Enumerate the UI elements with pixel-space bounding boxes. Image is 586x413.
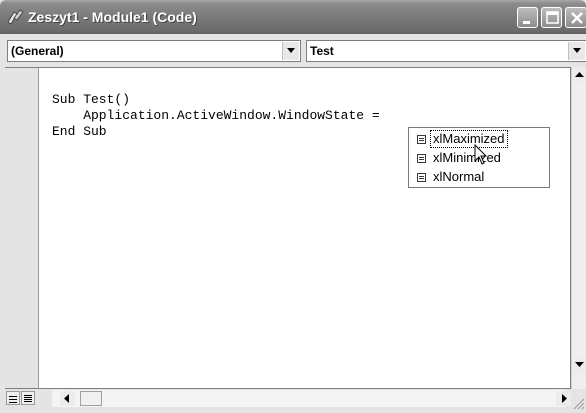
horizontal-scroll-thumb[interactable] bbox=[80, 391, 102, 406]
window-title: Zeszyt1 - Module1 (Code) bbox=[28, 9, 197, 25]
procedure-view-icon bbox=[9, 396, 17, 403]
arrow-up-icon bbox=[575, 72, 584, 77]
scroll-left-button[interactable] bbox=[60, 391, 75, 406]
full-module-view-icon bbox=[24, 395, 32, 402]
code-text[interactable]: Sub Test() Application.ActiveWindow.Wind… bbox=[52, 92, 380, 140]
procedure-combo-value: Test bbox=[310, 44, 334, 58]
close-icon bbox=[571, 12, 583, 24]
object-combo-dropdown-button[interactable] bbox=[282, 42, 299, 60]
vba-module-icon bbox=[7, 9, 24, 25]
procedure-combo[interactable]: Test bbox=[306, 40, 586, 62]
close-button[interactable] bbox=[565, 7, 586, 28]
enum-constant-icon bbox=[417, 154, 426, 163]
object-combo[interactable]: (General) bbox=[7, 40, 301, 62]
minimize-button[interactable] bbox=[517, 7, 538, 28]
resize-grip-icon[interactable] bbox=[572, 397, 585, 410]
maximize-button[interactable] bbox=[541, 7, 562, 28]
procedure-view-button[interactable] bbox=[6, 391, 20, 405]
arrow-down-icon bbox=[575, 362, 584, 367]
autocomplete-item-label: xlNormal bbox=[433, 169, 485, 184]
autocomplete-item[interactable]: xlNormal bbox=[411, 168, 547, 186]
code-window: Zeszyt1 - Module1 (Code) (General) Test … bbox=[0, 0, 586, 413]
horizontal-scrollbar[interactable] bbox=[52, 390, 566, 407]
scroll-down-button[interactable] bbox=[572, 357, 586, 373]
full-module-view-button[interactable] bbox=[21, 391, 35, 405]
code-line: Sub Test() bbox=[52, 92, 131, 107]
maximize-icon bbox=[546, 11, 559, 24]
mouse-pointer-icon bbox=[474, 144, 488, 165]
code-line: Application.ActiveWindow.WindowState = bbox=[52, 108, 380, 123]
title-bar[interactable]: Zeszyt1 - Module1 (Code) bbox=[0, 0, 586, 34]
procedure-combo-dropdown-button[interactable] bbox=[568, 42, 585, 60]
chevron-down-icon bbox=[573, 48, 581, 53]
autocomplete-item-label: xlMinimized bbox=[433, 150, 501, 165]
minimize-icon bbox=[523, 21, 530, 24]
vertical-scrollbar[interactable] bbox=[571, 67, 586, 389]
autocomplete-item-label: xlMaximized bbox=[430, 130, 508, 148]
arrow-right-icon bbox=[562, 394, 567, 403]
margin-indicator-bar[interactable] bbox=[5, 68, 39, 388]
scroll-right-button[interactable] bbox=[556, 391, 571, 406]
scroll-up-button[interactable] bbox=[572, 67, 586, 83]
procedure-toolbar: (General) Test bbox=[3, 37, 586, 65]
code-line: End Sub bbox=[52, 124, 107, 139]
enum-constant-icon bbox=[417, 135, 426, 144]
arrow-left-icon bbox=[64, 394, 69, 403]
chevron-down-icon bbox=[287, 48, 295, 53]
object-combo-value: (General) bbox=[11, 44, 64, 58]
enum-constant-icon bbox=[417, 173, 426, 182]
